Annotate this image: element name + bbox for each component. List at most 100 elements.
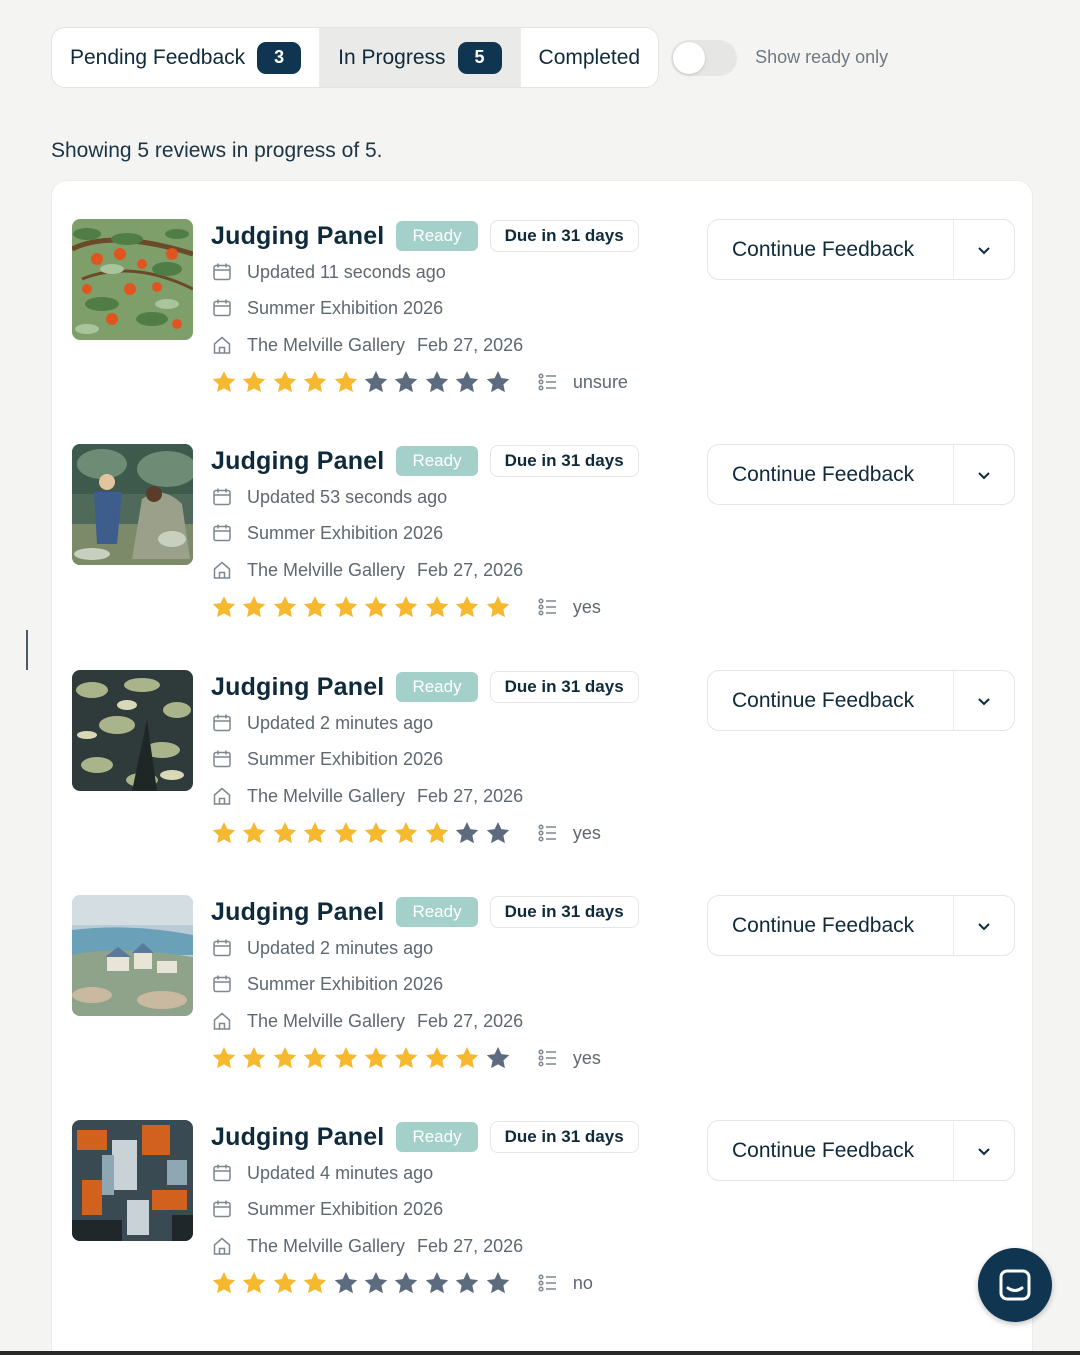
calendar-icon xyxy=(213,299,231,317)
star-filled-icon[interactable] xyxy=(241,594,267,620)
star-empty-icon[interactable] xyxy=(363,1270,389,1296)
star-empty-icon[interactable] xyxy=(485,369,511,395)
star-filled-icon[interactable] xyxy=(272,1270,298,1296)
star-filled-icon[interactable] xyxy=(211,594,237,620)
star-filled-icon[interactable] xyxy=(333,369,359,395)
venue-date: Feb 27, 2026 xyxy=(417,785,524,806)
due-badge: Due in 31 days xyxy=(489,1121,639,1153)
continue-feedback-button[interactable]: Continue Feedback xyxy=(708,1121,954,1180)
feedback-menu-button[interactable] xyxy=(954,1121,1014,1180)
star-filled-icon[interactable] xyxy=(302,594,328,620)
continue-feedback-button[interactable]: Continue Feedback xyxy=(708,896,954,955)
recommendation: no xyxy=(537,1272,593,1294)
star-filled-icon[interactable] xyxy=(272,594,298,620)
review-title[interactable]: Judging Panel xyxy=(211,222,384,251)
status-badge: Ready xyxy=(396,1122,478,1152)
star-filled-icon[interactable] xyxy=(424,820,450,846)
star-filled-icon[interactable] xyxy=(211,820,237,846)
list-icon xyxy=(538,824,556,842)
star-filled-icon[interactable] xyxy=(302,820,328,846)
venue-name: The Melville Gallery xyxy=(247,334,406,355)
star-empty-icon[interactable] xyxy=(424,1270,450,1296)
review-header: Judging Panel Ready Due in 31 days xyxy=(211,895,639,929)
tab-pending-feedback[interactable]: Pending Feedback 3 xyxy=(52,28,321,87)
star-filled-icon[interactable] xyxy=(211,1045,237,1071)
star-filled-icon[interactable] xyxy=(241,1270,267,1296)
updated-text: Updated 2 minutes ago xyxy=(247,712,434,733)
star-empty-icon[interactable] xyxy=(485,1045,511,1071)
star-filled-icon[interactable] xyxy=(272,1045,298,1071)
star-empty-icon[interactable] xyxy=(424,369,450,395)
star-empty-icon[interactable] xyxy=(333,1270,359,1296)
calendar-icon xyxy=(213,714,231,732)
star-filled-icon[interactable] xyxy=(241,1045,267,1071)
star-filled-icon[interactable] xyxy=(241,820,267,846)
show-ready-only-toggle[interactable] xyxy=(671,39,738,76)
star-filled-icon[interactable] xyxy=(241,369,267,395)
review-title[interactable]: Judging Panel xyxy=(211,898,384,927)
artwork-thumbnail[interactable] xyxy=(72,1120,193,1241)
text-cursor xyxy=(26,630,28,670)
star-empty-icon[interactable] xyxy=(454,369,480,395)
star-empty-icon[interactable] xyxy=(393,369,419,395)
star-filled-icon[interactable] xyxy=(485,594,511,620)
status-badge: Ready xyxy=(396,221,478,251)
review-title[interactable]: Judging Panel xyxy=(211,447,384,476)
star-empty-icon[interactable] xyxy=(363,369,389,395)
list-icon xyxy=(538,598,556,616)
artwork-thumbnail[interactable] xyxy=(72,219,193,340)
star-filled-icon[interactable] xyxy=(393,594,419,620)
star-filled-icon[interactable] xyxy=(363,594,389,620)
feedback-menu-button[interactable] xyxy=(954,445,1014,504)
star-filled-icon[interactable] xyxy=(333,1045,359,1071)
review-header: Judging Panel Ready Due in 31 days xyxy=(211,670,639,704)
home-icon xyxy=(213,336,231,354)
artwork-thumbnail[interactable] xyxy=(72,895,193,1016)
star-filled-icon[interactable] xyxy=(424,1045,450,1071)
star-filled-icon[interactable] xyxy=(363,820,389,846)
star-empty-icon[interactable] xyxy=(485,1270,511,1296)
star-filled-icon[interactable] xyxy=(393,1045,419,1071)
chat-launcher-button[interactable] xyxy=(978,1248,1052,1322)
star-filled-icon[interactable] xyxy=(333,594,359,620)
star-filled-icon[interactable] xyxy=(272,820,298,846)
feedback-menu-button[interactable] xyxy=(954,671,1014,730)
star-empty-icon[interactable] xyxy=(454,1270,480,1296)
calendar-icon xyxy=(213,939,231,957)
tab-in-progress[interactable]: In Progress 5 xyxy=(320,28,521,87)
star-empty-icon[interactable] xyxy=(454,820,480,846)
review-header: Judging Panel Ready Due in 31 days xyxy=(211,1120,639,1154)
star-filled-icon[interactable] xyxy=(333,820,359,846)
feedback-menu-button[interactable] xyxy=(954,220,1014,279)
recommendation: yes xyxy=(537,1047,601,1069)
review-title[interactable]: Judging Panel xyxy=(211,1123,384,1152)
tab-completed[interactable]: Completed xyxy=(521,28,659,87)
review-title[interactable]: Judging Panel xyxy=(211,673,384,702)
feedback-menu-button[interactable] xyxy=(954,896,1014,955)
star-filled-icon[interactable] xyxy=(211,1270,237,1296)
tab-label: Completed xyxy=(538,45,641,69)
star-filled-icon[interactable] xyxy=(454,594,480,620)
recommendation-text: unsure xyxy=(572,371,628,392)
star-filled-icon[interactable] xyxy=(211,369,237,395)
star-filled-icon[interactable] xyxy=(363,1045,389,1071)
continue-feedback-button[interactable]: Continue Feedback xyxy=(708,220,954,279)
star-empty-icon[interactable] xyxy=(485,820,511,846)
star-filled-icon[interactable] xyxy=(454,1045,480,1071)
artwork-thumbnail[interactable] xyxy=(72,444,193,565)
artwork-thumbnail[interactable] xyxy=(72,670,193,791)
venue-row: The Melville Gallery Feb 27, 2026 xyxy=(211,334,523,356)
home-icon xyxy=(213,561,231,579)
due-badge: Due in 31 days xyxy=(489,445,639,477)
star-filled-icon[interactable] xyxy=(302,1270,328,1296)
star-filled-icon[interactable] xyxy=(302,369,328,395)
star-filled-icon[interactable] xyxy=(302,1045,328,1071)
star-filled-icon[interactable] xyxy=(393,820,419,846)
continue-feedback-button[interactable]: Continue Feedback xyxy=(708,445,954,504)
star-filled-icon[interactable] xyxy=(424,594,450,620)
list-icon xyxy=(538,1274,556,1292)
continue-feedback-button[interactable]: Continue Feedback xyxy=(708,671,954,730)
star-empty-icon[interactable] xyxy=(393,1270,419,1296)
recommendation-text: no xyxy=(572,1272,593,1293)
star-filled-icon[interactable] xyxy=(272,369,298,395)
